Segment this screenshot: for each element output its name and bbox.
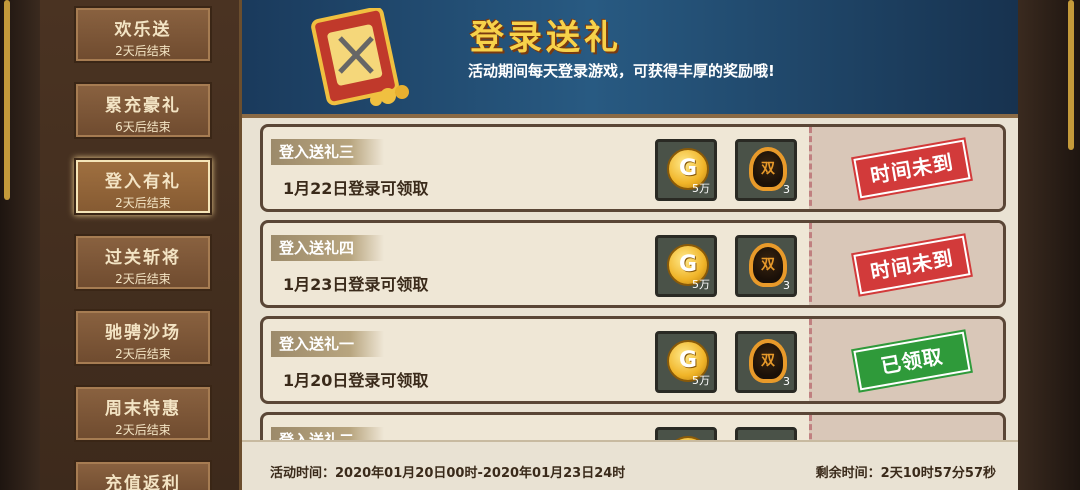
sidebar-item-sub: 2天后结束 xyxy=(115,423,171,437)
activity-sidebar: 欢乐送 2天后结束 累充豪礼 6天后结束 登入有礼 2天后结束 过关斩将 2天后… xyxy=(40,0,242,490)
remaining-time: 剩余时间：2天10时57分57秒 xyxy=(815,466,996,481)
gift-book-icon xyxy=(311,8,409,106)
rope-decoration xyxy=(4,0,10,200)
status-stamp: 已领取 xyxy=(853,331,971,391)
item-count: 3 xyxy=(783,279,790,292)
reward-desc: 1月22日登录可领取 xyxy=(283,179,429,198)
item-count: 3 xyxy=(783,183,790,196)
reward-name: 登入送礼三 xyxy=(271,139,385,165)
reward-name: 登入送礼四 xyxy=(271,235,385,261)
status-area: 时间未到 xyxy=(809,127,1003,209)
item-count: 5万 xyxy=(692,278,710,291)
item-count: 3 xyxy=(783,375,790,388)
banner-subtitle: 活动期间每天登录游戏，可获得丰厚的奖励哦! xyxy=(468,62,775,80)
status-stamp: 时间未到 xyxy=(853,139,971,199)
reward-row: 登入送礼四 1月23日登录可领取 G 5万 双 3 时间未到 xyxy=(260,220,1006,308)
double-token-item[interactable]: 双 3 xyxy=(735,235,797,297)
reward-desc: 1月23日登录可领取 xyxy=(283,275,429,294)
reward-row: 登入送礼一 1月20日登录可领取 G 5万 双 3 已领取 xyxy=(260,316,1006,404)
rope-decoration xyxy=(1068,0,1074,150)
reward-row: 登入送礼三 1月22日登录可领取 G 5万 双 3 时间未到 xyxy=(260,124,1006,212)
game-screen: 欢乐送 2天后结束 累充豪礼 6天后结束 登入有礼 2天后结束 过关斩将 2天后… xyxy=(0,0,1080,490)
gold-coin-item[interactable]: G 5万 xyxy=(655,139,717,201)
sidebar-item-sub: 2天后结束 xyxy=(115,44,171,58)
sidebar-item-title: 登入有礼 xyxy=(105,172,181,192)
sidebar-item-sub: 2天后结束 xyxy=(115,272,171,286)
sidebar-item-title: 过关斩将 xyxy=(105,248,181,268)
sidebar-item-title: 周末特惠 xyxy=(105,399,181,419)
sidebar-item-sub: 2天后结束 xyxy=(115,196,171,210)
status-area: 已领取 xyxy=(809,319,1003,401)
sidebar-item-sub: 2天后结束 xyxy=(115,347,171,361)
reward-desc: 1月20日登录可领取 xyxy=(283,371,429,390)
item-count: 5万 xyxy=(692,182,710,195)
item-count: 5万 xyxy=(692,374,710,387)
sidebar-item-recharge-rebate[interactable]: 充值返利 xyxy=(74,460,212,490)
banner-title: 登录送礼 xyxy=(470,18,622,58)
event-period: 活动时间：2020年01月20日00时-2020年01月23日24时 xyxy=(270,466,626,481)
sidebar-item-title: 累充豪礼 xyxy=(105,96,181,116)
sidebar-item-login-gift[interactable]: 登入有礼 2天后结束 xyxy=(74,158,212,215)
right-frame xyxy=(1018,0,1080,490)
sidebar-item-recharge-gift[interactable]: 累充豪礼 6天后结束 xyxy=(74,82,212,139)
sidebar-item-happy-gift[interactable]: 欢乐送 2天后结束 xyxy=(74,6,212,63)
sidebar-item-stages[interactable]: 过关斩将 2天后结束 xyxy=(74,234,212,291)
sidebar-item-weekend-sale[interactable]: 周末特惠 2天后结束 xyxy=(74,385,212,442)
event-banner: 登录送礼 活动期间每天登录游戏，可获得丰厚的奖励哦! xyxy=(242,0,1018,118)
double-token-icon: 双 xyxy=(749,243,787,287)
gold-coin-item[interactable]: G 5万 xyxy=(655,235,717,297)
left-frame xyxy=(0,0,40,490)
main-panel: 登录送礼 活动期间每天登录游戏，可获得丰厚的奖励哦! 登入送礼三 1月22日登录… xyxy=(242,0,1018,490)
double-token-icon: 双 xyxy=(749,147,787,191)
sidebar-item-title: 欢乐送 xyxy=(114,20,172,40)
reward-name: 登入送礼一 xyxy=(271,331,385,357)
double-token-item[interactable]: 双 3 xyxy=(735,139,797,201)
double-token-item[interactable]: 双 3 xyxy=(735,331,797,393)
sidebar-item-sub: 6天后结束 xyxy=(115,120,171,134)
gold-coin-item[interactable]: G 5万 xyxy=(655,331,717,393)
status-stamp: 时间未到 xyxy=(853,235,971,295)
sidebar-item-title: 充值返利 xyxy=(105,474,181,490)
sidebar-item-battlefield[interactable]: 驰骋沙场 2天后结束 xyxy=(74,309,212,366)
status-area: 时间未到 xyxy=(809,223,1003,305)
double-token-icon: 双 xyxy=(749,339,787,383)
event-footer: 活动时间：2020年01月20日00时-2020年01月23日24时 剩余时间：… xyxy=(242,440,1018,490)
sidebar-item-title: 驰骋沙场 xyxy=(105,323,181,343)
